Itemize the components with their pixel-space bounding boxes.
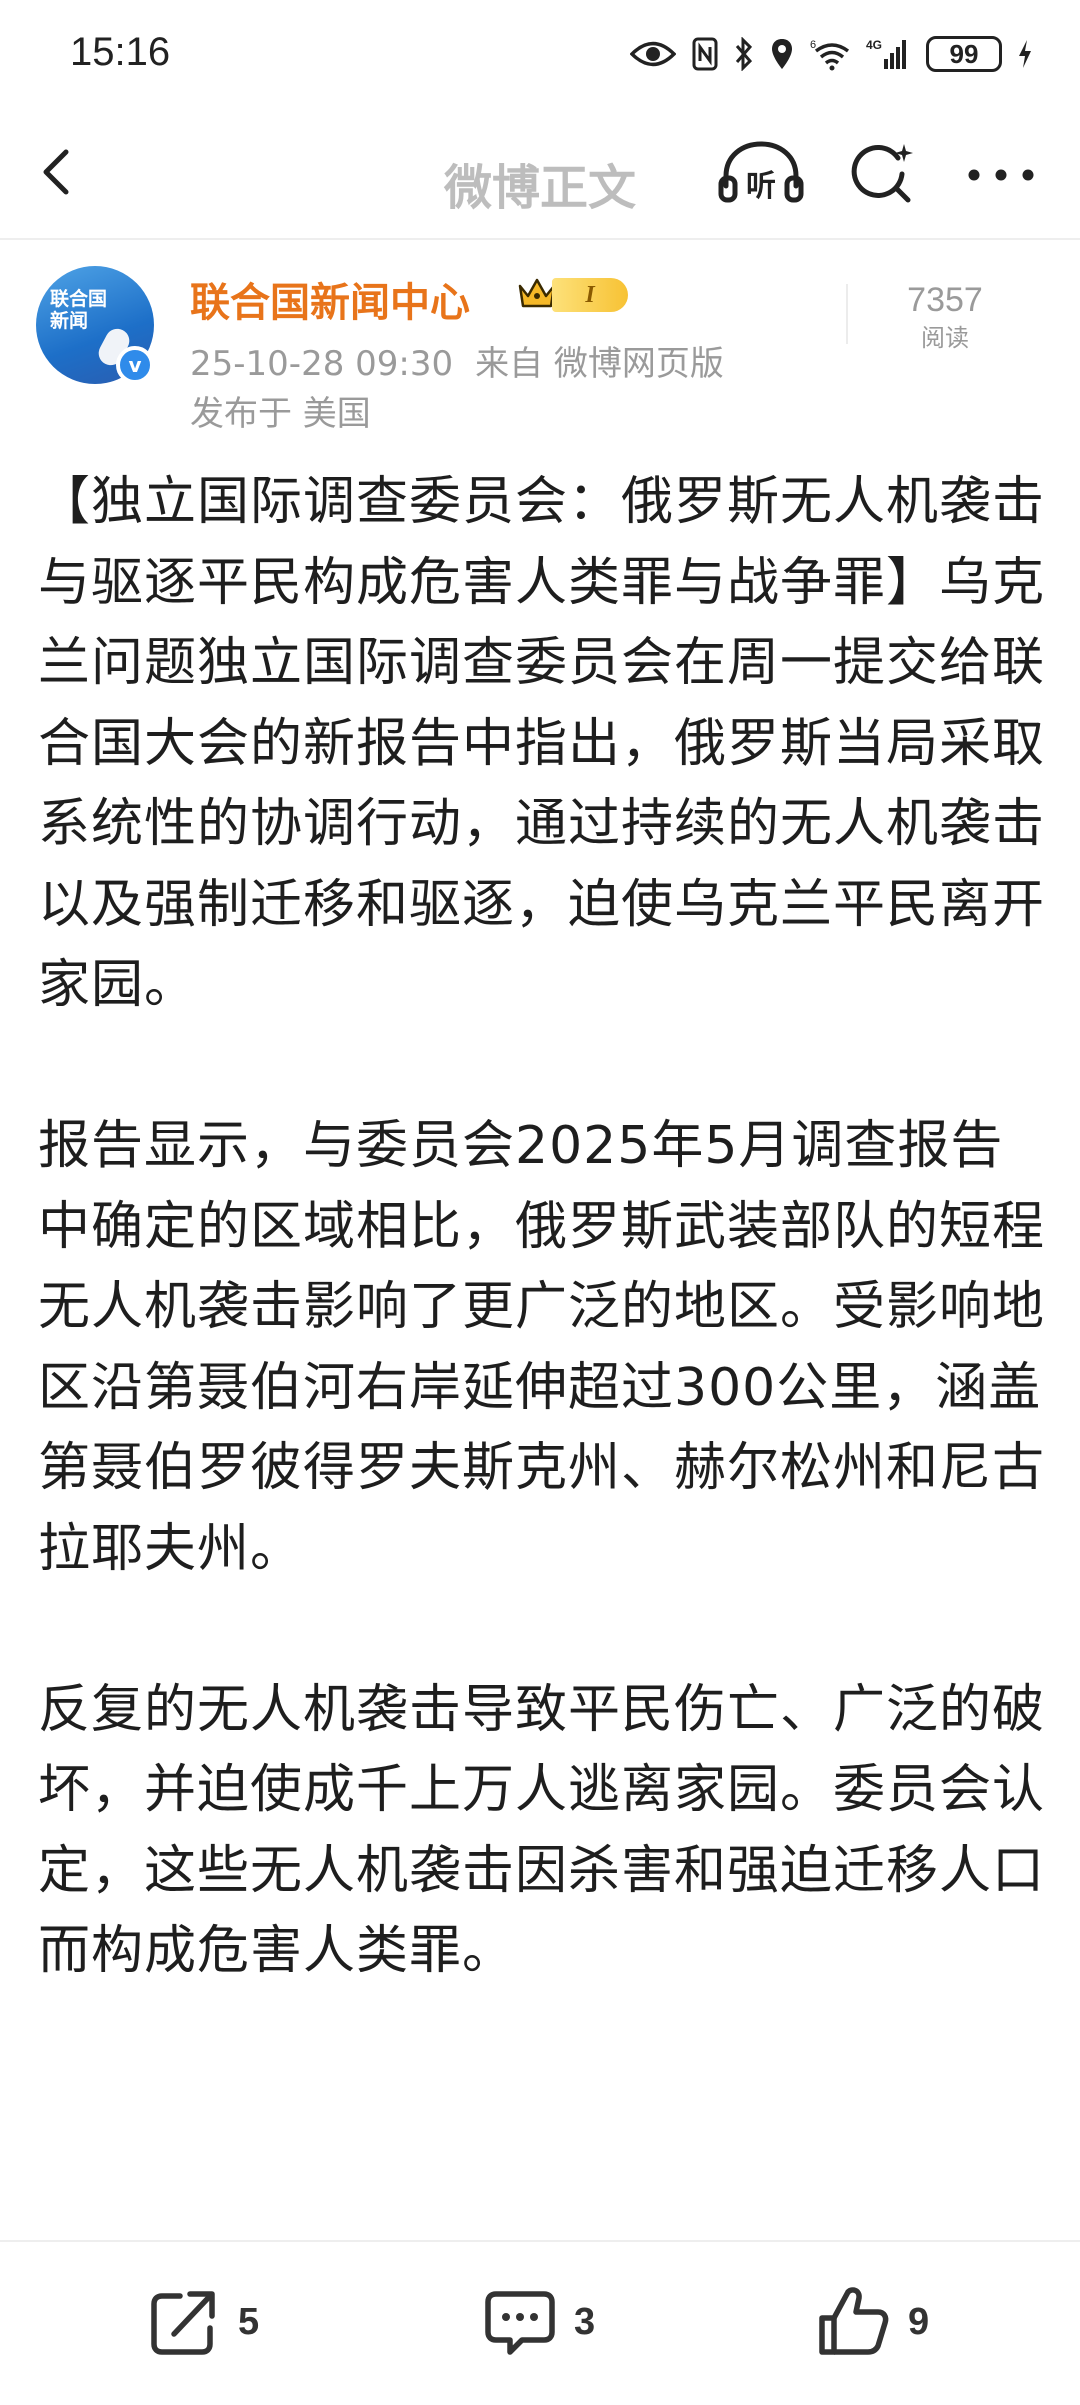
like-button[interactable]: 9 — [814, 2282, 929, 2362]
post-date: 25-10-28 09:30 — [190, 344, 454, 384]
status-icons: 6 4G 99 — [630, 32, 1032, 76]
search-icon[interactable] — [846, 138, 918, 210]
share-count: 5 — [238, 2300, 260, 2343]
post-paragraph: 报告显示，与委员会2025年5月调查报告中确定的区域相比，俄罗斯武装部队的短程无… — [38, 1116, 1046, 1579]
post-body: 【独立国际调查委员会：俄罗斯无人机袭击与驱逐平民构成危害人类罪与战争罪】乌克兰问… — [38, 462, 1048, 2072]
author-name[interactable]: 联合国新闻中心 — [190, 270, 470, 328]
wifi-icon: 6 — [810, 32, 850, 76]
divider — [846, 284, 848, 344]
bluetooth-icon — [734, 32, 754, 76]
verified-badge-icon: v — [116, 346, 154, 384]
network-type: 4G — [866, 38, 882, 52]
post-paragraph: 【独立国际调查委员会：俄罗斯无人机袭击与驱逐平民构成危害人类罪与战争罪】乌克兰问… — [38, 472, 1046, 1015]
post-location: 发布于 美国 — [190, 394, 371, 434]
share-icon — [151, 2291, 215, 2355]
nfc-icon — [692, 32, 718, 76]
vip-level-badge[interactable]: I — [552, 278, 628, 312]
avatar-text-line1: 联合国 — [50, 288, 108, 310]
comment-icon — [485, 2291, 555, 2355]
share-button[interactable]: 5 — [144, 2282, 259, 2362]
comment-button[interactable]: 3 — [480, 2282, 595, 2362]
post-meta: 25-10-28 09:30 来自 微博网页版 — [190, 336, 724, 385]
status-time: 15:16 — [70, 30, 171, 74]
like-count: 9 — [908, 2300, 930, 2343]
action-bar: 5 3 9 — [0, 2240, 1080, 2405]
avatar-logo-text: 联合国 新闻 — [50, 288, 107, 332]
nav-bar: 微博正文 听 — [0, 110, 1080, 240]
avatar-text-line2: 新闻 — [50, 310, 89, 332]
thumbs-up-icon — [819, 2287, 889, 2355]
comment-count: 3 — [574, 2300, 596, 2343]
post-source: 来自 微博网页版 — [475, 344, 724, 384]
charging-icon — [1018, 32, 1032, 76]
listen-button[interactable]: 听 — [716, 138, 806, 210]
more-icon[interactable] — [962, 150, 1040, 200]
cellular-signal-icon: 4G — [866, 32, 910, 76]
post-header: 联合国 新闻 v 联合国新闻中心 I 25-10-28 09:30 来自 微博网页… — [0, 240, 1080, 440]
post-paragraph: 反复的无人机袭击导致平民伤亡、广泛的破坏，并迫使成千上万人逃离家园。委员会认定，… — [38, 1679, 1046, 1982]
location-icon — [770, 32, 794, 76]
read-count: 7357 — [907, 281, 983, 319]
read-count-label: 阅读 — [921, 324, 969, 352]
wifi-label: 6 — [810, 39, 816, 51]
listen-label: 听 — [746, 169, 776, 204]
status-bar: 15:16 6 4G 99 — [0, 0, 1080, 110]
battery-indicator: 99 — [926, 36, 1002, 72]
eye-icon — [630, 32, 676, 76]
page-title: 微博正文 — [443, 160, 636, 216]
